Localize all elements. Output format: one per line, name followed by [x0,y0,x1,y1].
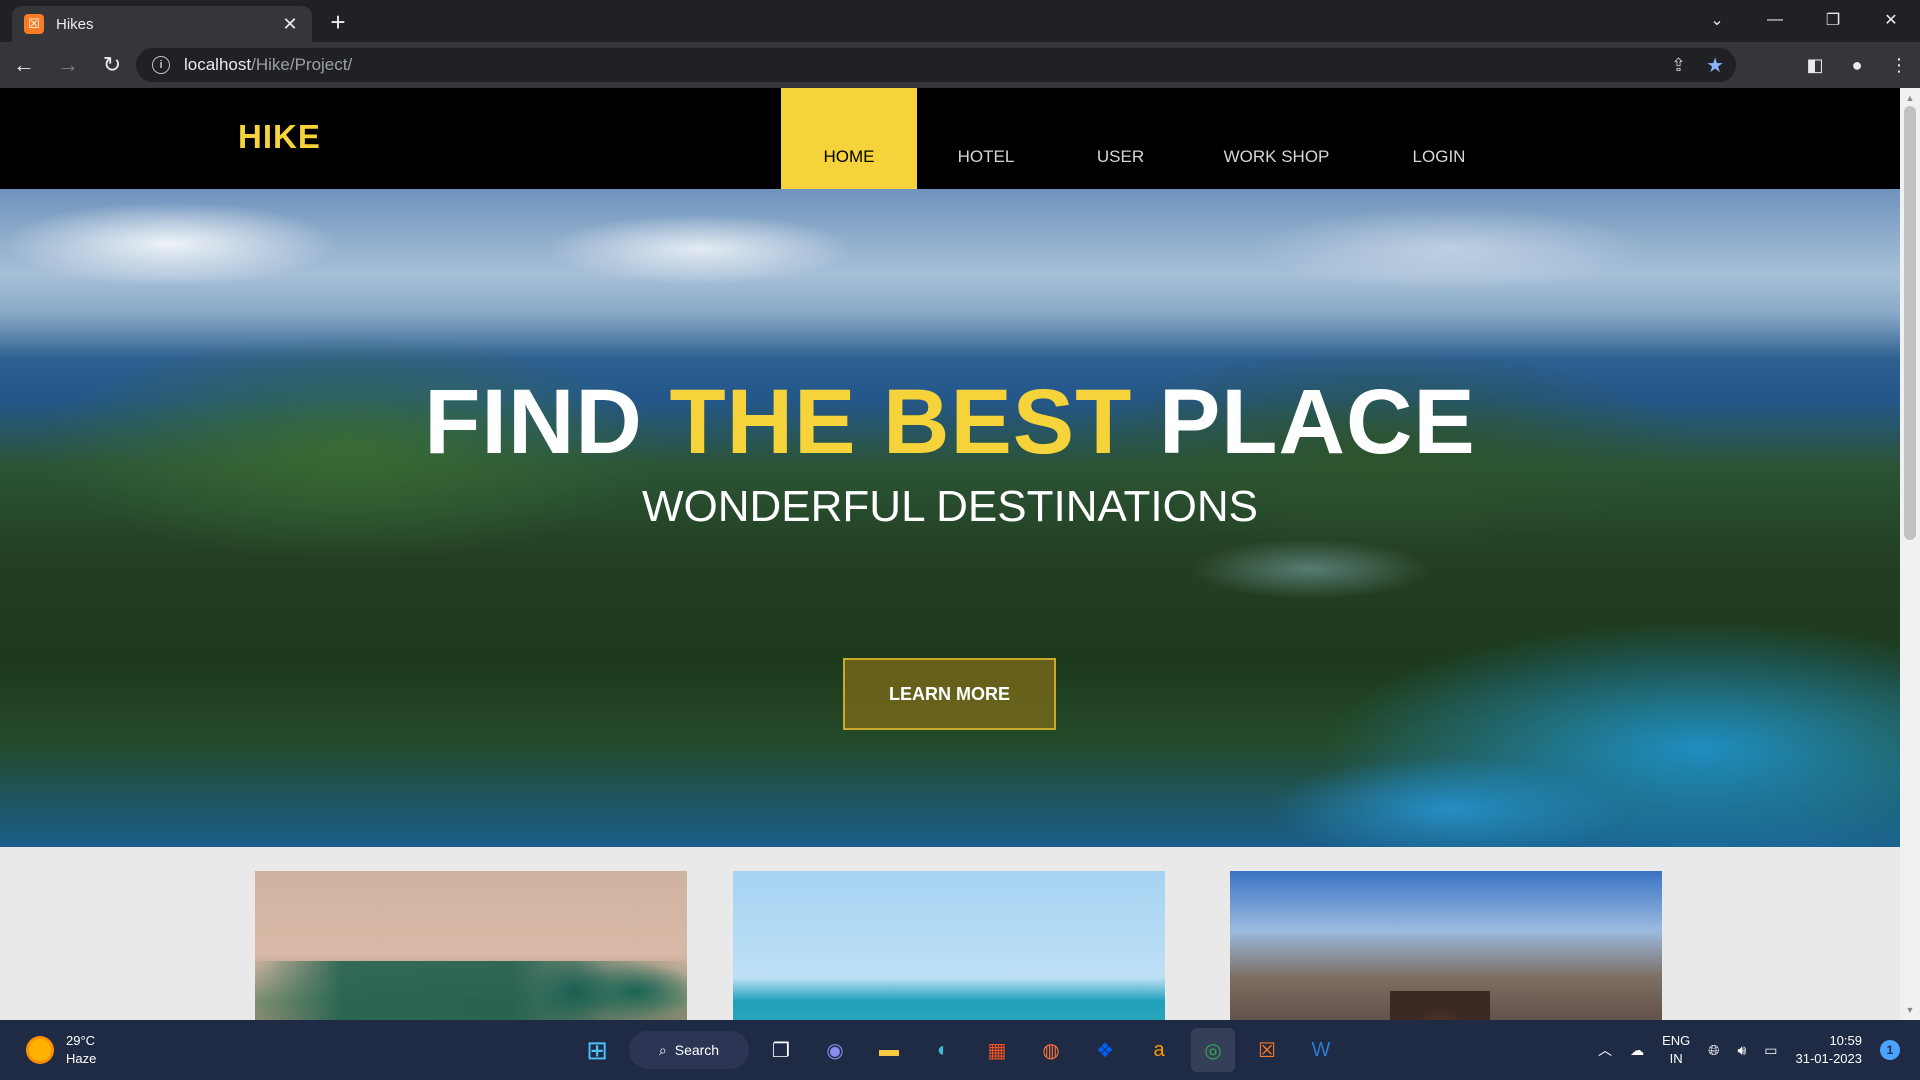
battery-icon[interactable]: ▭ [1764,1042,1777,1059]
minimize-button[interactable]: — [1746,0,1804,40]
restore-button[interactable]: ❐ [1804,0,1862,40]
site-logo[interactable]: HIKE [238,118,321,156]
teams-chat-icon[interactable]: ◉ [813,1028,857,1072]
profile-icon[interactable]: ● [1836,42,1878,88]
browser-toolbar: ← → ↻ i localhost/Hike/Project/ ⇪ ★ ◧ ● … [0,42,1920,88]
hero-title: FIND THE BEST PLACE [0,376,1900,468]
new-tab-button[interactable]: + [324,7,352,37]
language-indicator[interactable]: ENG IN [1662,1032,1690,1068]
nav-user[interactable]: USER [1055,88,1186,189]
onedrive-icon[interactable]: ☁ [1630,1042,1644,1059]
bookmark-star-icon[interactable]: ★ [1706,53,1724,78]
edge-browser-icon[interactable]: ◐ [921,1028,965,1072]
clock-time: 10:59 [1829,1033,1862,1048]
weather-haze-icon [26,1036,54,1064]
weather-temp: 29°C [66,1033,96,1048]
xampp-taskbar-icon[interactable]: ☒ [1245,1028,1289,1072]
weather-widget[interactable]: 29°C Haze [26,1032,96,1068]
search-icon: ⌕ [658,1041,667,1058]
address-path: /Hike/Project/ [251,55,353,74]
volume-icon[interactable]: 🔊︎ [1737,1042,1746,1059]
browser-tab-strip: ☒ Hikes ✕ + ⌄ — ❐ ✕ [0,0,1920,42]
page-viewport: HIKE HOME HOTEL USER WORK SHOP LOGIN FIN… [0,88,1900,1020]
share-icon[interactable]: ⇪ [1671,55,1686,76]
site-navbar: HIKE HOME HOTEL USER WORK SHOP LOGIN [0,88,1900,189]
address-host: localhost [184,55,252,74]
amazon-icon[interactable]: a [1137,1028,1181,1072]
destination-card-mountains[interactable] [1230,871,1662,1020]
hero-title-part1: FIND [424,371,643,473]
system-tray: ︿ ☁ ENG IN 🌐︎ 🔊︎ ▭ 10:59 31-01-2023 1 [1598,1020,1900,1080]
hero-subtitle: WONDERFUL DESTINATIONS [641,482,1259,531]
word-icon[interactable]: W [1299,1028,1343,1072]
page-scrollbar[interactable]: ▲ ▼ [1900,88,1920,1020]
clock[interactable]: 10:59 31-01-2023 [1796,1032,1863,1068]
tab-search-icon[interactable]: ⌄ [1688,0,1746,40]
tab-title: Hikes [56,15,94,33]
firefox-icon[interactable]: ◍ [1029,1028,1073,1072]
lang-line1: ENG [1662,1033,1691,1048]
network-icon[interactable]: 🌐︎ [1708,1042,1719,1059]
nav-home[interactable]: HOME [781,88,917,189]
hero-title-part2: PLACE [1158,371,1476,473]
site-info-icon[interactable]: i [152,56,170,74]
windows-taskbar: 29°C Haze ⊞ ⌕ Search ❐ ◉ ▬ ◐ ▦ ◍ ❖ a ◎ ☒… [0,1020,1920,1080]
browser-tab[interactable]: ☒ Hikes ✕ [12,6,312,42]
destination-card-beach[interactable] [733,871,1165,1020]
windows-start-icon[interactable]: ⊞ [575,1028,619,1072]
scroll-up-arrow-icon[interactable]: ▲ [1900,90,1920,106]
back-button[interactable]: ← [4,45,44,85]
window-controls: ⌄ — ❐ ✕ [1688,0,1920,40]
dropbox-icon[interactable]: ❖ [1083,1028,1127,1072]
forward-button[interactable]: → [48,45,88,85]
menu-kebab-icon[interactable]: ⋮ [1878,42,1920,88]
nav-login[interactable]: LOGIN [1367,88,1511,189]
destination-card-backwaters[interactable] [255,871,687,1020]
taskbar-apps: ⊞ ⌕ Search ❐ ◉ ▬ ◐ ▦ ◍ ❖ a ◎ ☒ W [575,1026,1343,1074]
chrome-icon[interactable]: ◎ [1191,1028,1235,1072]
hero-banner: FIND THE BEST PLACE WONDERFUL DESTINATIO… [0,189,1900,847]
lang-line2: IN [1669,1051,1683,1066]
main-menu: HOME HOTEL USER WORK SHOP LOGIN [781,88,1511,189]
show-hidden-icons-chevron-icon[interactable]: ︿ [1598,1040,1612,1060]
weather-condition: Haze [66,1051,97,1066]
close-window-button[interactable]: ✕ [1862,0,1920,40]
close-tab-icon[interactable]: ✕ [280,14,300,34]
taskbar-search-button[interactable]: ⌕ Search [629,1031,749,1069]
address-bar[interactable]: i localhost/Hike/Project/ ⇪ ★ [136,48,1736,82]
taskbar-search-label: Search [674,1042,720,1058]
nav-hotel[interactable]: HOTEL [917,88,1055,189]
reload-button[interactable]: ↻ [92,45,132,85]
microsoft-store-icon[interactable]: ▦ [975,1028,1019,1072]
nav-workshop[interactable]: WORK SHOP [1186,88,1367,189]
xampp-icon: ☒ [24,14,44,34]
scroll-down-arrow-icon[interactable]: ▼ [1900,1002,1920,1018]
file-explorer-icon[interactable]: ▬ [867,1028,911,1072]
clock-date: 31-01-2023 [1795,1051,1863,1066]
scrollbar-thumb[interactable] [1904,106,1916,540]
learn-more-button[interactable]: LEARN MORE [843,658,1056,730]
hero-title-accent: THE BEST [669,371,1133,473]
task-view-icon[interactable]: ❐ [759,1028,803,1072]
notification-badge[interactable]: 1 [1880,1040,1900,1060]
side-panel-icon[interactable]: ◧ [1794,42,1836,88]
